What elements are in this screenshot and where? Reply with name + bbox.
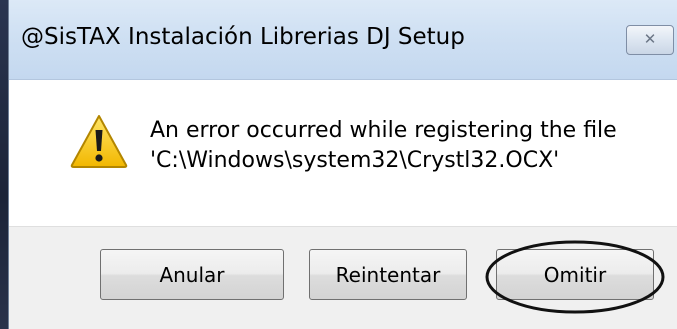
desktop-background xyxy=(0,0,8,329)
close-button[interactable]: ✕ xyxy=(626,25,674,55)
error-message: An error occurred while registering the … xyxy=(150,116,617,176)
close-icon: ✕ xyxy=(643,30,657,48)
ignore-button[interactable]: Omitir xyxy=(496,249,654,300)
abort-button[interactable]: Anular xyxy=(100,249,284,300)
screenshot: @SisTAX Instalación Librerias DJ Setup ✕… xyxy=(0,0,677,329)
button-bar: Anular Reintentar Omitir xyxy=(9,226,677,329)
dialog-content: An error occurred while registering the … xyxy=(9,80,677,226)
setup-error-dialog: @SisTAX Instalación Librerias DJ Setup ✕… xyxy=(8,0,677,329)
warning-icon xyxy=(70,115,128,168)
message-line-2: 'C:\Windows\system32\Crystl32.OCX' xyxy=(150,148,560,173)
retry-button[interactable]: Reintentar xyxy=(309,249,467,300)
message-line-1: An error occurred while registering the … xyxy=(150,118,617,143)
window-title: @SisTAX Instalación Librerias DJ Setup xyxy=(21,24,465,50)
title-bar[interactable]: @SisTAX Instalación Librerias DJ Setup ✕ xyxy=(9,0,677,80)
